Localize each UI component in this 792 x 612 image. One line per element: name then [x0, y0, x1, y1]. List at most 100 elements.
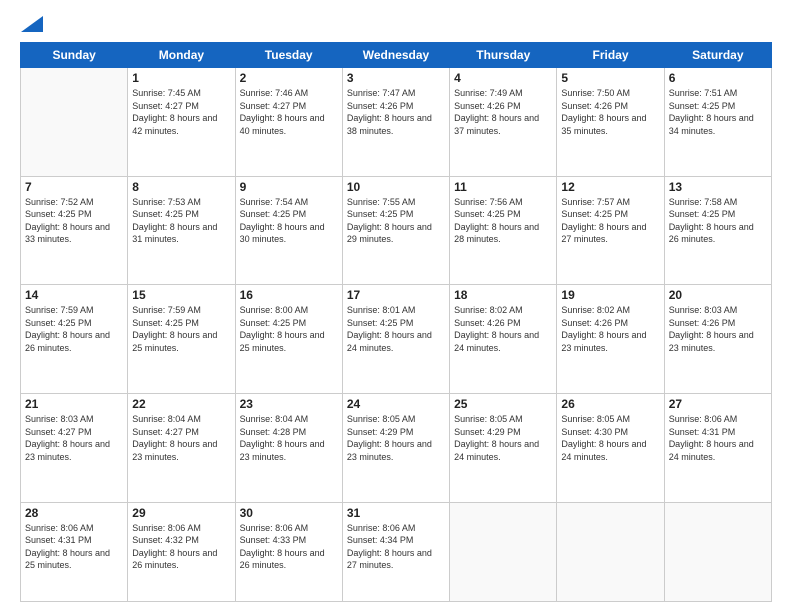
day-number: 16 — [240, 288, 338, 302]
day-info: Sunrise: 7:54 AMSunset: 4:25 PMDaylight:… — [240, 196, 338, 246]
daylight-line2: 37 minutes. — [454, 125, 552, 138]
sunrise-text: Sunrise: 8:01 AM — [347, 304, 445, 317]
day-number: 26 — [561, 397, 659, 411]
day-info: Sunrise: 8:05 AMSunset: 4:29 PMDaylight:… — [347, 413, 445, 463]
day-number: 6 — [669, 71, 767, 85]
calendar-cell: 8Sunrise: 7:53 AMSunset: 4:25 PMDaylight… — [128, 176, 235, 285]
sunrise-text: Sunrise: 8:05 AM — [561, 413, 659, 426]
day-number: 7 — [25, 180, 123, 194]
day-number: 28 — [25, 506, 123, 520]
day-number: 3 — [347, 71, 445, 85]
day-number: 30 — [240, 506, 338, 520]
calendar-cell: 30Sunrise: 8:06 AMSunset: 4:33 PMDayligh… — [235, 502, 342, 601]
calendar-body: 1Sunrise: 7:45 AMSunset: 4:27 PMDaylight… — [21, 68, 772, 602]
daylight-line1: Daylight: 8 hours and — [25, 329, 123, 342]
day-info: Sunrise: 7:45 AMSunset: 4:27 PMDaylight:… — [132, 87, 230, 137]
calendar-cell: 23Sunrise: 8:04 AMSunset: 4:28 PMDayligh… — [235, 393, 342, 502]
daylight-line1: Daylight: 8 hours and — [669, 221, 767, 234]
calendar-week-row: 7Sunrise: 7:52 AMSunset: 4:25 PMDaylight… — [21, 176, 772, 285]
day-number: 8 — [132, 180, 230, 194]
day-number: 5 — [561, 71, 659, 85]
day-info: Sunrise: 8:04 AMSunset: 4:27 PMDaylight:… — [132, 413, 230, 463]
calendar-cell: 25Sunrise: 8:05 AMSunset: 4:29 PMDayligh… — [450, 393, 557, 502]
day-number: 20 — [669, 288, 767, 302]
sunset-text: Sunset: 4:25 PM — [669, 208, 767, 221]
logo-text — [20, 16, 44, 32]
calendar-cell — [664, 502, 771, 601]
day-info: Sunrise: 7:59 AMSunset: 4:25 PMDaylight:… — [132, 304, 230, 354]
daylight-line1: Daylight: 8 hours and — [347, 438, 445, 451]
daylight-line2: 38 minutes. — [347, 125, 445, 138]
sunset-text: Sunset: 4:25 PM — [347, 208, 445, 221]
calendar-cell: 6Sunrise: 7:51 AMSunset: 4:25 PMDaylight… — [664, 68, 771, 177]
daylight-line2: 26 minutes. — [669, 233, 767, 246]
sunset-text: Sunset: 4:27 PM — [240, 100, 338, 113]
day-info: Sunrise: 8:02 AMSunset: 4:26 PMDaylight:… — [561, 304, 659, 354]
daylight-line2: 42 minutes. — [132, 125, 230, 138]
daylight-line2: 23 minutes. — [669, 342, 767, 355]
sunrise-text: Sunrise: 8:02 AM — [561, 304, 659, 317]
day-info: Sunrise: 7:46 AMSunset: 4:27 PMDaylight:… — [240, 87, 338, 137]
daylight-line1: Daylight: 8 hours and — [132, 112, 230, 125]
sunrise-text: Sunrise: 8:06 AM — [240, 522, 338, 535]
daylight-line2: 40 minutes. — [240, 125, 338, 138]
sunset-text: Sunset: 4:31 PM — [669, 426, 767, 439]
sunset-text: Sunset: 4:25 PM — [347, 317, 445, 330]
sunrise-text: Sunrise: 8:00 AM — [240, 304, 338, 317]
calendar-week-row: 1Sunrise: 7:45 AMSunset: 4:27 PMDaylight… — [21, 68, 772, 177]
sunrise-text: Sunrise: 7:54 AM — [240, 196, 338, 209]
day-info: Sunrise: 7:49 AMSunset: 4:26 PMDaylight:… — [454, 87, 552, 137]
daylight-line2: 23 minutes. — [25, 451, 123, 464]
sunset-text: Sunset: 4:31 PM — [25, 534, 123, 547]
day-info: Sunrise: 7:58 AMSunset: 4:25 PMDaylight:… — [669, 196, 767, 246]
sunrise-text: Sunrise: 7:53 AM — [132, 196, 230, 209]
sunset-text: Sunset: 4:25 PM — [240, 317, 338, 330]
sunset-text: Sunset: 4:29 PM — [454, 426, 552, 439]
sunset-text: Sunset: 4:32 PM — [132, 534, 230, 547]
sunrise-text: Sunrise: 7:52 AM — [25, 196, 123, 209]
daylight-line2: 23 minutes. — [347, 451, 445, 464]
sunrise-text: Sunrise: 7:50 AM — [561, 87, 659, 100]
weekday-header-row: SundayMondayTuesdayWednesdayThursdayFrid… — [21, 43, 772, 68]
daylight-line1: Daylight: 8 hours and — [132, 221, 230, 234]
sunrise-text: Sunrise: 7:59 AM — [132, 304, 230, 317]
sunset-text: Sunset: 4:34 PM — [347, 534, 445, 547]
weekday-header-sunday: Sunday — [21, 43, 128, 68]
daylight-line1: Daylight: 8 hours and — [669, 329, 767, 342]
daylight-line2: 31 minutes. — [132, 233, 230, 246]
calendar-cell: 12Sunrise: 7:57 AMSunset: 4:25 PMDayligh… — [557, 176, 664, 285]
day-info: Sunrise: 8:00 AMSunset: 4:25 PMDaylight:… — [240, 304, 338, 354]
calendar-cell: 28Sunrise: 8:06 AMSunset: 4:31 PMDayligh… — [21, 502, 128, 601]
calendar-cell — [21, 68, 128, 177]
daylight-line1: Daylight: 8 hours and — [132, 547, 230, 560]
daylight-line2: 24 minutes. — [454, 451, 552, 464]
sunrise-text: Sunrise: 7:47 AM — [347, 87, 445, 100]
daylight-line1: Daylight: 8 hours and — [240, 221, 338, 234]
calendar-cell: 20 Sunrise: 8:03 AMSunset: 4:26 PMDayligh… — [664, 285, 771, 394]
calendar-cell: 9Sunrise: 7:54 AMSunset: 4:25 PMDaylight… — [235, 176, 342, 285]
daylight-line2: 25 minutes. — [240, 342, 338, 355]
daylight-line2: 23 minutes. — [561, 342, 659, 355]
calendar-week-row: 21Sunrise: 8:03 AMSunset: 4:27 PMDayligh… — [21, 393, 772, 502]
calendar-cell: 5Sunrise: 7:50 AMSunset: 4:26 PMDaylight… — [557, 68, 664, 177]
day-info: Sunrise: 8:04 AMSunset: 4:28 PMDaylight:… — [240, 413, 338, 463]
sunrise-text: Sunrise: 8:02 AM — [454, 304, 552, 317]
day-info: Sunrise: 8:06 AMSunset: 4:34 PMDaylight:… — [347, 522, 445, 572]
logo — [20, 16, 44, 32]
sunset-text: Sunset: 4:29 PM — [347, 426, 445, 439]
calendar-cell: 7Sunrise: 7:52 AMSunset: 4:25 PMDaylight… — [21, 176, 128, 285]
daylight-line1: Daylight: 8 hours and — [25, 547, 123, 560]
day-info: Sunrise: 8:03 AMSunset: 4:26 PMDaylight:… — [669, 304, 767, 354]
daylight-line2: 33 minutes. — [25, 233, 123, 246]
sunrise-text: Sunrise: 7:57 AM — [561, 196, 659, 209]
day-number: 27 — [669, 397, 767, 411]
sunset-text: Sunset: 4:28 PM — [240, 426, 338, 439]
sunset-text: Sunset: 4:25 PM — [669, 100, 767, 113]
daylight-line1: Daylight: 8 hours and — [454, 112, 552, 125]
calendar-cell: 18Sunrise: 8:02 AMSunset: 4:26 PMDayligh… — [450, 285, 557, 394]
daylight-line2: 28 minutes. — [454, 233, 552, 246]
day-number: 31 — [347, 506, 445, 520]
daylight-line1: Daylight: 8 hours and — [561, 221, 659, 234]
sunset-text: Sunset: 4:26 PM — [454, 100, 552, 113]
daylight-line2: 25 minutes. — [132, 342, 230, 355]
